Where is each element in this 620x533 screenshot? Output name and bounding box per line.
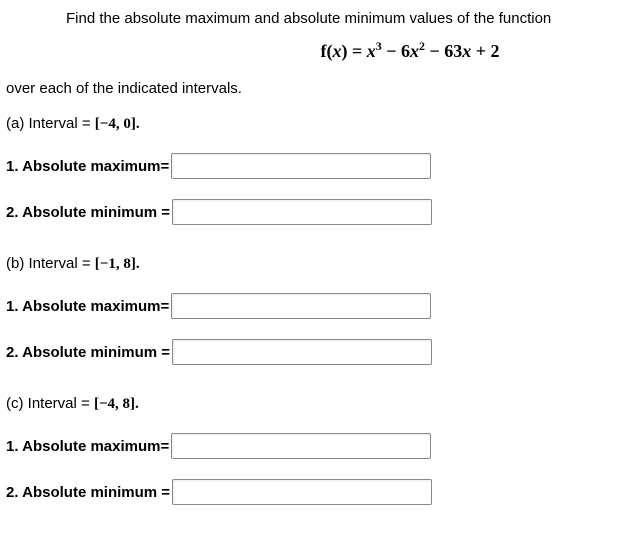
part-c-interval: [−4, 8] xyxy=(94,396,135,412)
part-b-prefix: (b) Interval = xyxy=(6,255,95,272)
part-b-min-input[interactable] xyxy=(172,339,432,365)
part-a-max-input[interactable] xyxy=(171,153,431,179)
part-c-max-input[interactable] xyxy=(171,433,431,459)
part-c-max-row: 1. Absolute maximum= xyxy=(6,427,614,473)
formula-row: f(x) = x3 − 6x2 − 63x + 2 xyxy=(6,35,614,76)
part-b-max-label: 1. Absolute maximum= xyxy=(6,298,169,315)
part-c-min-row: 2. Absolute minimum = xyxy=(6,473,614,519)
part-c: (c) Interval = [−4, 8]. 1. Absolute maxi… xyxy=(6,387,614,527)
part-c-max-label: 1. Absolute maximum= xyxy=(6,438,169,455)
part-b: (b) Interval = [−1, 8]. 1. Absolute maxi… xyxy=(6,247,614,387)
part-a: (a) Interval = [−4, 0]. 1. Absolute maxi… xyxy=(6,107,614,247)
part-a-min-row: 2. Absolute minimum = xyxy=(6,193,614,239)
part-a-interval: [−4, 0] xyxy=(95,116,136,132)
part-b-interval-label: (b) Interval = [−1, 8]. xyxy=(6,249,614,287)
part-c-min-input[interactable] xyxy=(172,479,432,505)
part-b-min-row: 2. Absolute minimum = xyxy=(6,333,614,379)
part-c-period: . xyxy=(135,396,139,412)
part-a-min-label: 2. Absolute minimum = xyxy=(6,204,170,221)
sub-intro: over each of the indicated intervals. xyxy=(6,76,614,107)
part-a-interval-label: (a) Interval = [−4, 0]. xyxy=(6,109,614,147)
part-c-prefix: (c) Interval = xyxy=(6,395,94,412)
question-prompt: Find the absolute maximum and absolute m… xyxy=(6,6,614,35)
part-c-interval-label: (c) Interval = [−4, 8]. xyxy=(6,389,614,427)
part-b-interval: [−1, 8] xyxy=(95,256,136,272)
part-a-prefix: (a) Interval = xyxy=(6,115,95,132)
part-b-max-input[interactable] xyxy=(171,293,431,319)
part-a-max-label: 1. Absolute maximum= xyxy=(6,158,169,175)
part-c-min-label: 2. Absolute minimum = xyxy=(6,484,170,501)
function-formula: f(x) = x3 − 6x2 − 63x + 2 xyxy=(320,41,499,62)
part-a-max-row: 1. Absolute maximum= xyxy=(6,147,614,193)
part-b-min-label: 2. Absolute minimum = xyxy=(6,344,170,361)
part-a-min-input[interactable] xyxy=(172,199,432,225)
part-b-max-row: 1. Absolute maximum= xyxy=(6,287,614,333)
part-a-period: . xyxy=(136,116,140,132)
part-b-period: . xyxy=(136,256,140,272)
